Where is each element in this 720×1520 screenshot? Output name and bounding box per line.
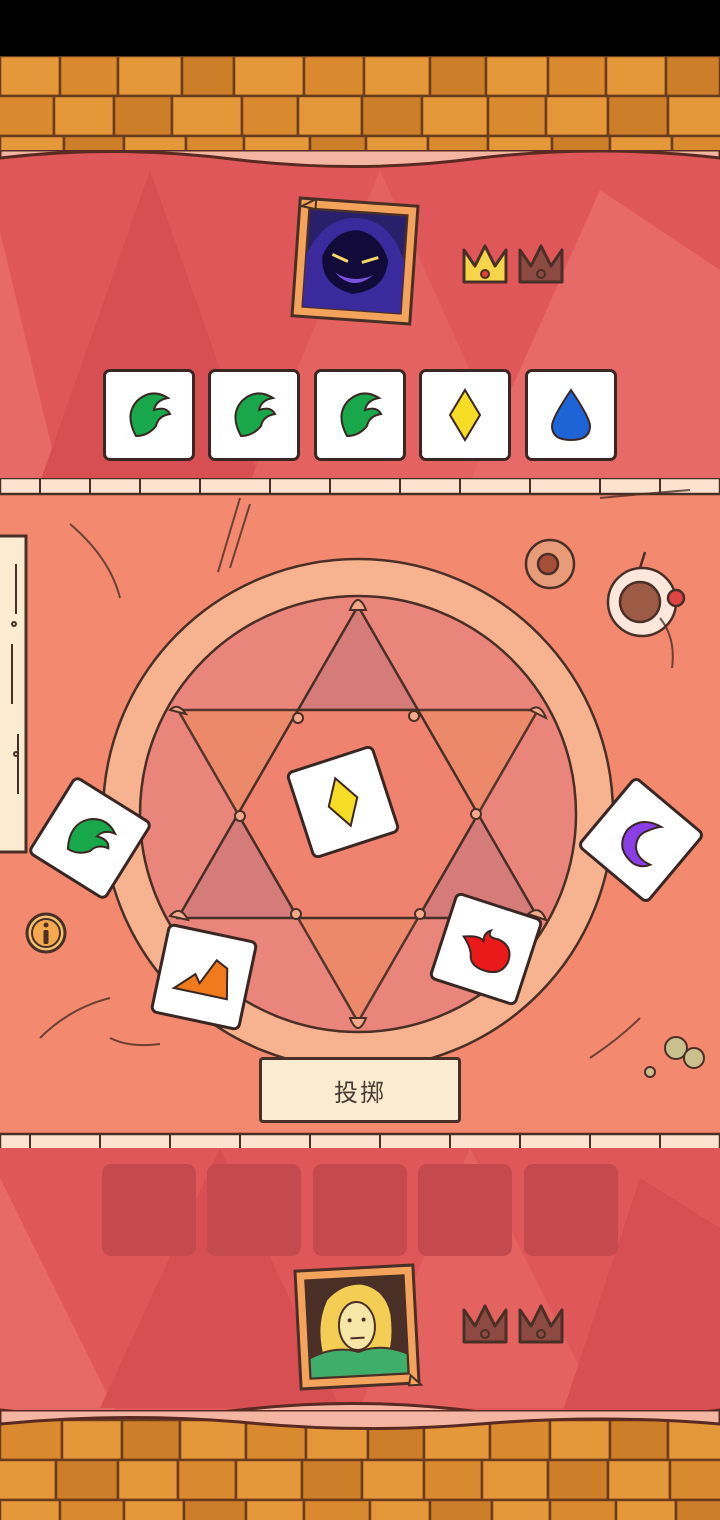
opponent-die-water-drop xyxy=(525,369,617,461)
player-die-slot xyxy=(524,1164,618,1256)
player-die-slot xyxy=(102,1164,196,1256)
player-crown-empty-icon xyxy=(460,1298,510,1348)
opponent-portrait xyxy=(288,194,422,328)
info-button[interactable] xyxy=(24,911,68,955)
wooden-floor-bottom xyxy=(0,1410,720,1520)
status-bar xyxy=(0,0,720,56)
roll-button[interactable]: 投掷 xyxy=(259,1057,461,1123)
player-crown-empty-icon xyxy=(516,1298,566,1348)
opponent-die-leaf xyxy=(208,369,300,461)
player-die-slot xyxy=(207,1164,301,1256)
opponent-crown-empty-icon xyxy=(516,238,566,288)
opponent-crown-won-icon xyxy=(460,238,510,288)
rolled-die-mountain[interactable] xyxy=(149,922,259,1032)
rules-scroll[interactable] xyxy=(0,534,30,854)
player-die-slot xyxy=(418,1164,512,1256)
opponent-die-leaf xyxy=(314,369,406,461)
player-portrait xyxy=(291,1261,424,1393)
player-die-slot xyxy=(313,1164,407,1256)
opponent-die-diamond xyxy=(419,369,511,461)
opponent-die-leaf xyxy=(103,369,195,461)
